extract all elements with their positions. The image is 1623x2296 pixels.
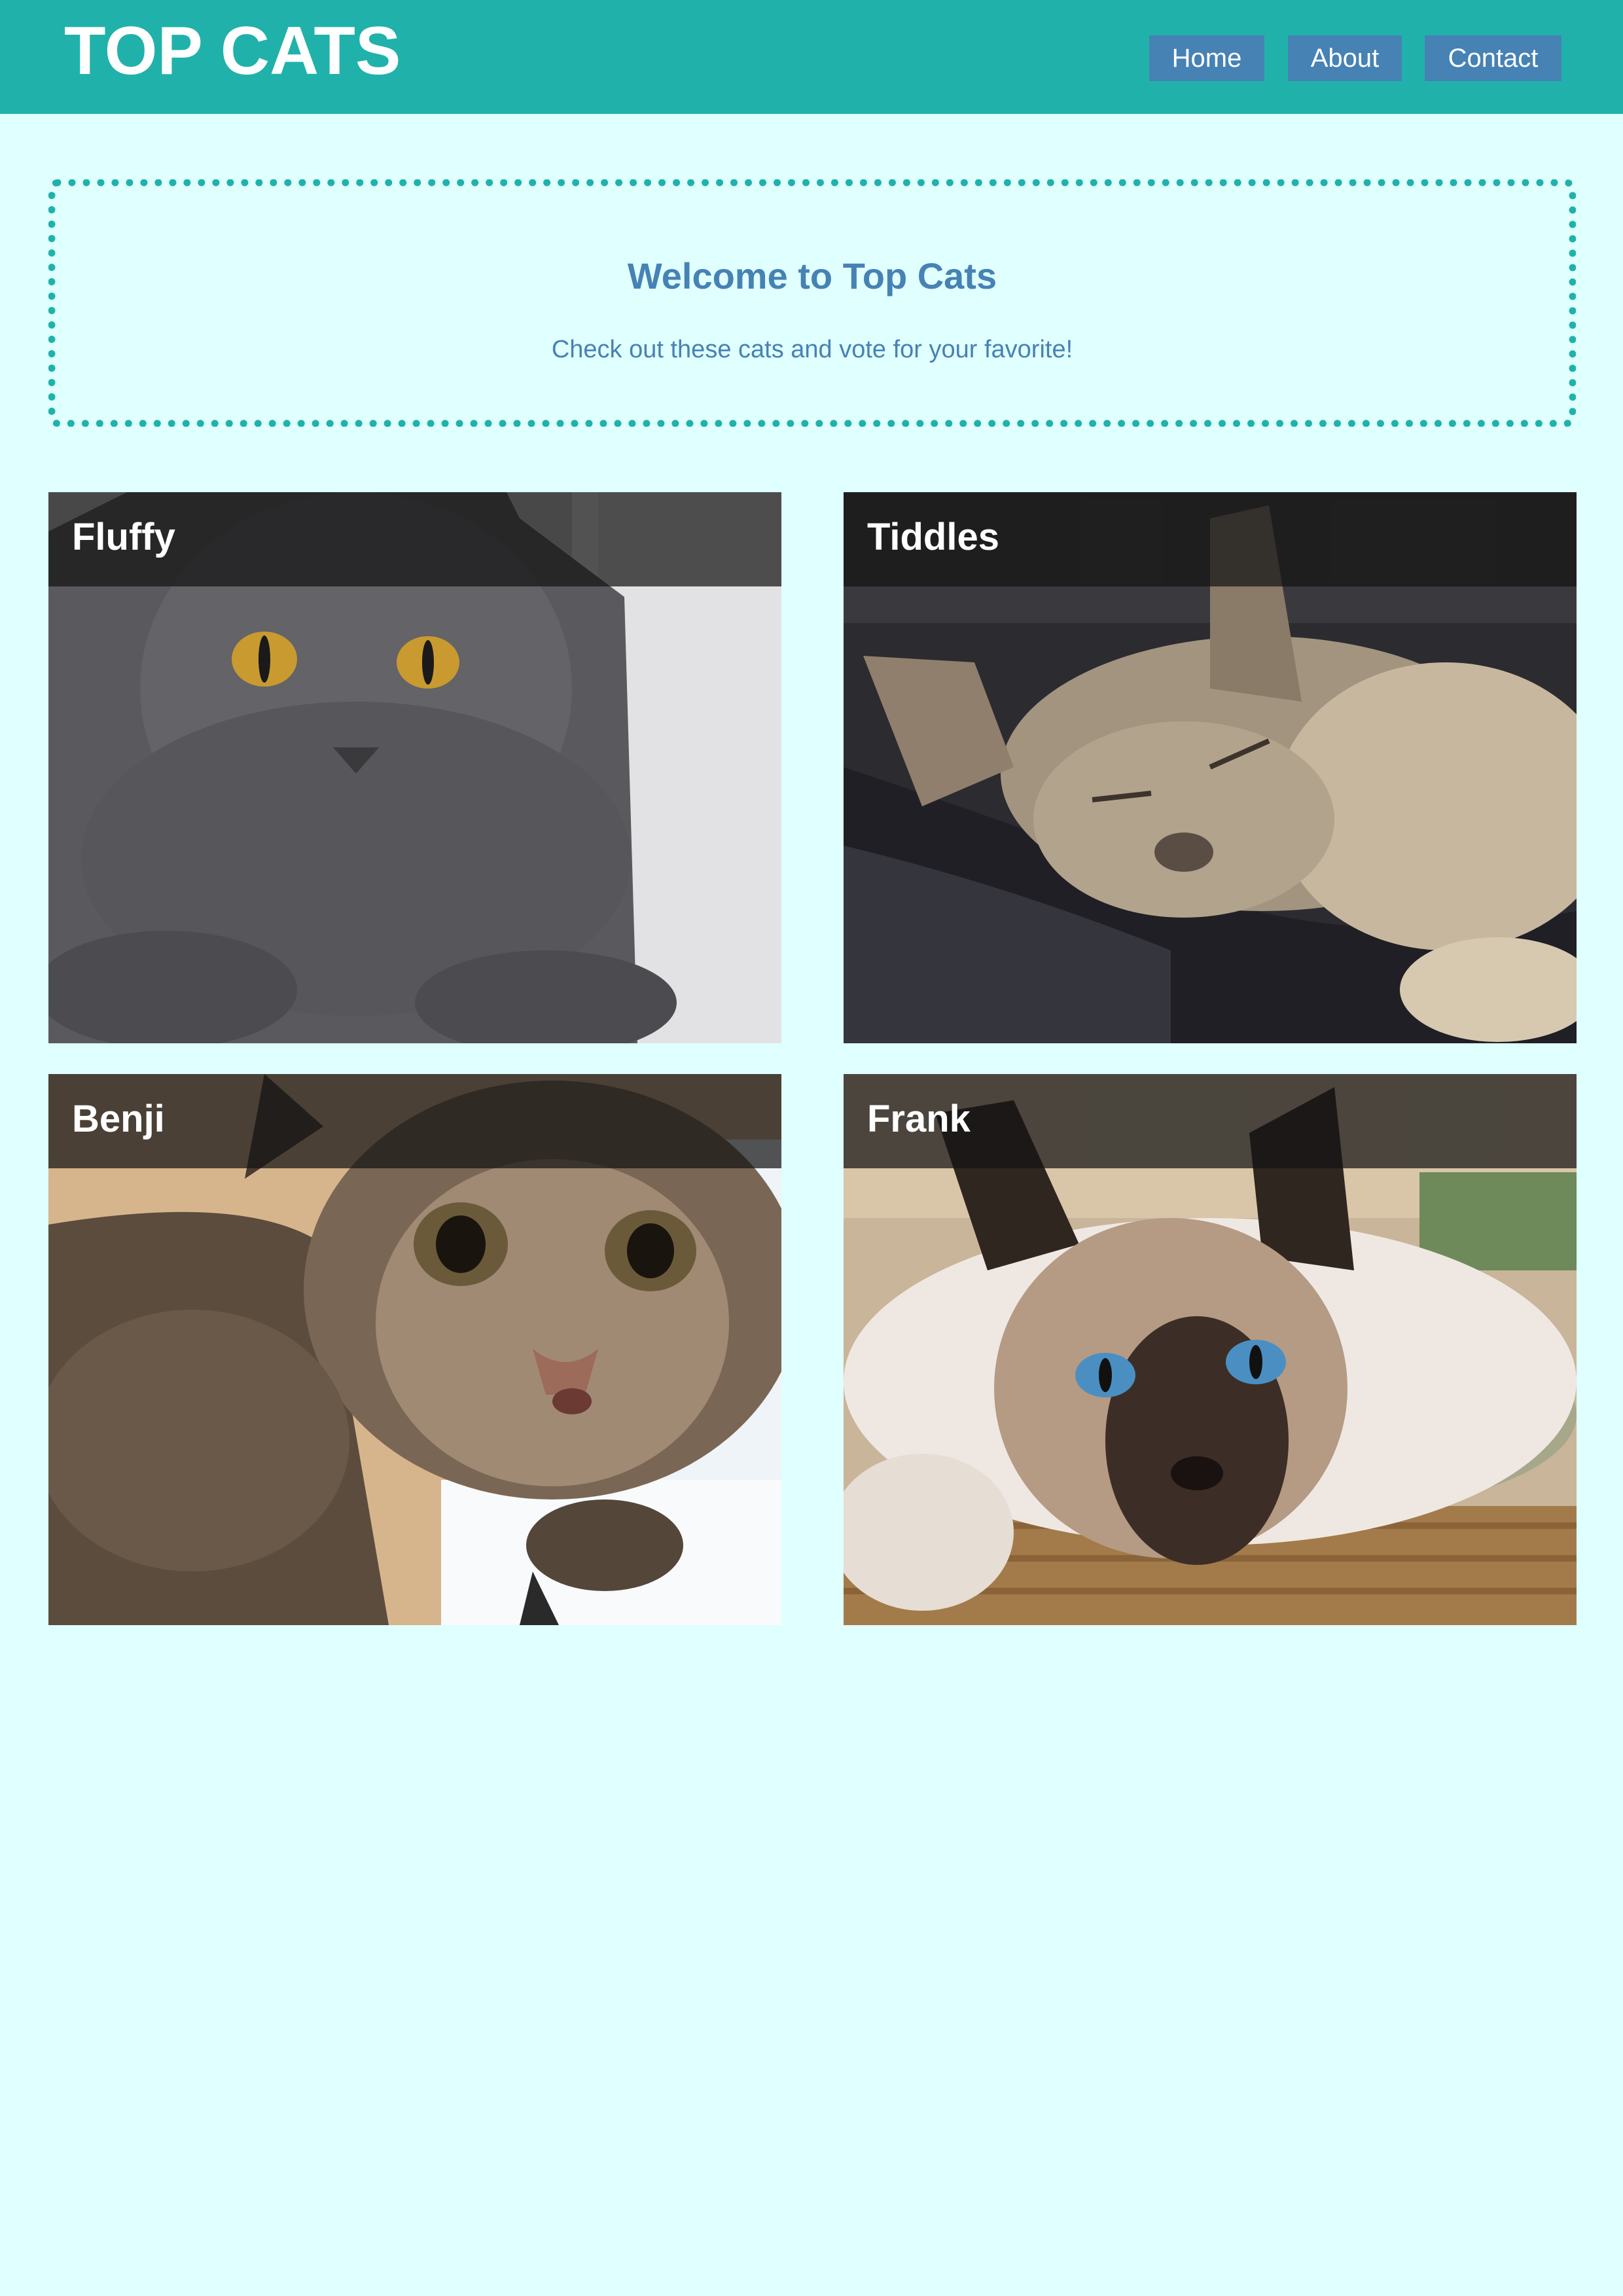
welcome-subtitle: Check out these cats and vote for your f… bbox=[551, 336, 1073, 363]
site-header: TOP CATS Home About Contact bbox=[0, 0, 1623, 114]
welcome-box: Welcome to Top Cats Check out these cats… bbox=[48, 179, 1576, 427]
nav-contact-button[interactable]: Contact bbox=[1425, 35, 1561, 81]
welcome-title: Welcome to Top Cats bbox=[627, 255, 997, 296]
cat-caption: Tiddles bbox=[844, 492, 1577, 586]
cat-name: Fluffy bbox=[72, 516, 175, 558]
cat-caption: Fluffy bbox=[48, 492, 781, 586]
cat-caption: Frank bbox=[844, 1074, 1577, 1168]
cat-card-benji[interactable]: Benji bbox=[48, 1074, 781, 1625]
cat-card-frank[interactable]: Frank bbox=[844, 1074, 1577, 1625]
cat-name: Frank bbox=[867, 1098, 971, 1140]
site-logo: TOP CATS bbox=[64, 13, 401, 89]
cat-name: Tiddles bbox=[867, 516, 999, 558]
cat-name: Benji bbox=[72, 1098, 165, 1140]
cat-caption: Benji bbox=[48, 1074, 781, 1168]
nav-home-button[interactable]: Home bbox=[1149, 35, 1264, 81]
nav-about-button[interactable]: About bbox=[1288, 35, 1402, 81]
cat-card-fluffy[interactable]: Fluffy bbox=[48, 492, 781, 1043]
cat-card-tiddles[interactable]: Tiddles bbox=[844, 492, 1577, 1043]
